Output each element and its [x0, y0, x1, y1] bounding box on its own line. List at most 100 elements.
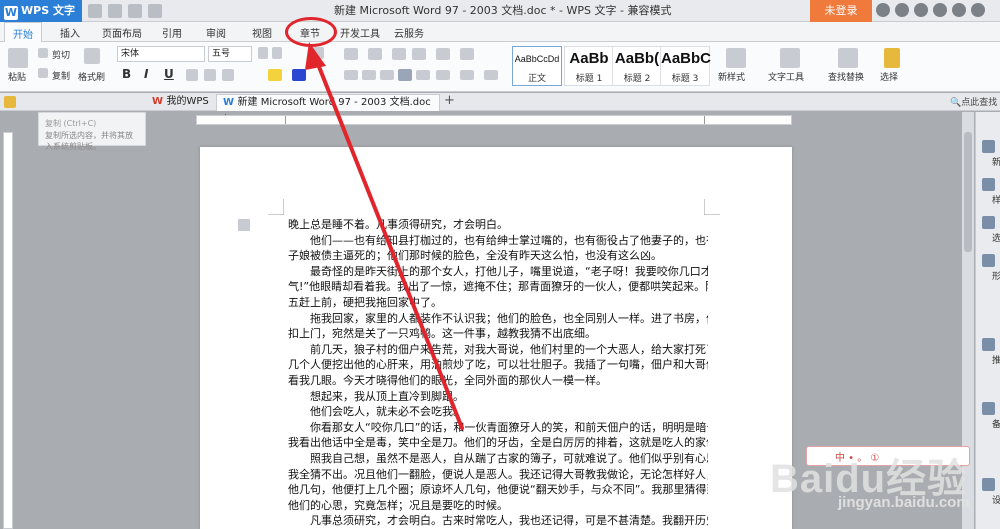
skin-icon[interactable]: [876, 3, 890, 17]
text-tools-icon[interactable]: [780, 48, 800, 68]
shrink-font-icon[interactable]: [272, 47, 282, 59]
horizontal-ruler[interactable]: [196, 115, 792, 125]
new-icon[interactable]: [982, 140, 995, 153]
undo-icon[interactable]: [128, 4, 142, 18]
paragraph[interactable]: 他们的心思，究竟怎样；况且是要吃的时候。: [288, 498, 708, 514]
tab-active-document[interactable]: W 新建 Microsoft Word 97 - 2003 文档.doc * ×: [216, 94, 440, 124]
shading-icon[interactable]: [460, 70, 474, 80]
redo-icon[interactable]: [148, 4, 162, 18]
italic-button[interactable]: I: [144, 67, 148, 81]
wps-menu-button[interactable]: WWPS 文字 ▾: [0, 0, 82, 39]
tab-developer[interactable]: 开发工具: [340, 25, 380, 40]
font-name-select[interactable]: 宋体: [117, 46, 205, 62]
text-tools-label[interactable]: 文字工具: [768, 70, 804, 83]
style-heading-2[interactable]: AaBb( 标题 2: [612, 46, 662, 86]
cut-label[interactable]: 剪切: [52, 48, 70, 61]
minimize-icon[interactable]: [933, 3, 947, 17]
align-right-icon[interactable]: [380, 70, 394, 80]
select-panel-icon[interactable]: [982, 216, 995, 229]
tab-cloud[interactable]: 云服务: [394, 25, 424, 40]
tab-start[interactable]: 开始: [4, 22, 42, 43]
login-button[interactable]: 未登录: [810, 0, 872, 22]
scroll-thumb[interactable]: [964, 132, 972, 252]
new-tab-icon[interactable]: +: [444, 93, 455, 108]
superscript-icon[interactable]: [204, 69, 216, 81]
select-label[interactable]: 选择: [880, 70, 898, 83]
paragraph[interactable]: 拖我回家，家里的人都装作不认识我；他们的脸色，也全同别人一样。进了书房，便反: [288, 311, 708, 327]
indent-icon[interactable]: [412, 48, 426, 60]
font-size-select[interactable]: 五号: [208, 46, 252, 62]
strikethrough-icon[interactable]: [186, 69, 198, 81]
help-icon[interactable]: [914, 3, 928, 17]
line-spacing-icon[interactable]: [436, 70, 450, 80]
paragraph[interactable]: 凡事总须研究，才会明白。古来时常吃人，我也还记得，可是不甚清楚。我翻开历史一: [288, 513, 708, 529]
style-heading-3[interactable]: AaBbC 标题 3: [660, 46, 711, 86]
sort-icon[interactable]: [436, 48, 450, 60]
paragraph[interactable]: 子娘被债主逼死的；他们那时候的脸色，全没有昨天这么怕，也没有这么凶。: [288, 248, 708, 264]
settings-icon[interactable]: [982, 478, 995, 491]
highlight-icon[interactable]: [268, 69, 282, 81]
paste-label[interactable]: 粘贴: [8, 70, 26, 83]
document-text[interactable]: 晚上总是睡不着。凡事须得研究，才会明白。 他们——也有给知县打枷过的，也有给绅士掌…: [288, 217, 708, 529]
format-painter-label[interactable]: 格式刷: [78, 70, 105, 83]
paragraph[interactable]: 想起来，我从顶上直冷到脚跟。: [288, 389, 708, 405]
paragraph[interactable]: 照我自己想，虽然不是恶人，自从踹了古家的簿子，可就难说了。他们似乎别有心思，: [288, 451, 708, 467]
style-icon[interactable]: [982, 178, 995, 191]
outdent-icon[interactable]: [392, 48, 406, 60]
feedback-icon[interactable]: [895, 3, 909, 17]
format-painter-icon[interactable]: [84, 48, 100, 64]
paragraph[interactable]: 五赶上前，硬把我拖回家中了。: [288, 295, 708, 311]
paragraph[interactable]: 我全猜不出。况且他们一翻脸，便说人是恶人。我还记得大哥教我做论，无论怎样好人，翻: [288, 467, 708, 483]
search-field[interactable]: 🔍点此查找: [950, 95, 997, 108]
style-heading-1[interactable]: AaBb 标题 1: [564, 46, 614, 86]
grow-font-icon[interactable]: [258, 47, 268, 59]
distribute-icon[interactable]: [416, 70, 430, 80]
paragraph[interactable]: 前几天，狼子村的佃户来告荒，对我大哥说，他们村里的一个大恶人，给大家打死了；: [288, 342, 708, 358]
find-replace-icon[interactable]: [838, 48, 858, 68]
align-center-icon[interactable]: [362, 70, 376, 80]
bullets-icon[interactable]: [344, 48, 358, 60]
tab-view[interactable]: 视图: [252, 25, 272, 40]
show-marks-icon[interactable]: [460, 48, 474, 60]
tab-references[interactable]: 引用: [162, 25, 182, 40]
vertical-ruler[interactable]: [3, 132, 13, 529]
justify-icon[interactable]: [398, 69, 412, 81]
paragraph[interactable]: 最奇怪的是昨天街上的那个女人，打他儿子，嘴里说道，“老子呀！我要咬你几口才出: [288, 264, 708, 280]
paragraph[interactable]: 晚上总是睡不着。凡事须得研究，才会明白。: [288, 217, 708, 233]
bold-button[interactable]: B: [122, 67, 131, 81]
find-replace-label[interactable]: 查找替换: [828, 70, 864, 83]
backup-icon[interactable]: [982, 402, 995, 415]
paragraph[interactable]: 你看那女人“咬你几口”的话，和一伙青面獠牙人的笑，和前天佃户的话，明明是暗号。: [288, 420, 708, 436]
copy-label[interactable]: 复制: [52, 69, 70, 82]
close-icon[interactable]: [971, 3, 985, 17]
paragraph[interactable]: 几个人便挖出他的心肝来，用油煎炒了吃，可以壮壮胆子。我插了一句嘴，佃户和大哥便都: [288, 357, 708, 373]
paragraph[interactable]: 气!”他眼睛却看着我。我出了一惊，遮掩不住；那青面獠牙的一伙人，便都哄笑起来。陈…: [288, 279, 708, 295]
select-icon[interactable]: [884, 48, 900, 68]
paragraph[interactable]: 他们会吃人，就未必不会吃我。: [288, 404, 708, 420]
recommend-icon[interactable]: [982, 338, 995, 351]
numbering-icon[interactable]: [368, 48, 382, 60]
paste-icon[interactable]: [8, 48, 28, 68]
paragraph[interactable]: 他几句，他便打上几个圈；原谅坏人几句，他便说“翻天妙手，与众不同”。我那里猜得到: [288, 482, 708, 498]
style-normal[interactable]: AaBbCcDd 正文: [512, 46, 562, 86]
cut-icon[interactable]: [38, 48, 48, 58]
tab-insert[interactable]: 插入: [60, 25, 80, 40]
align-left-icon[interactable]: [344, 70, 358, 80]
copy-icon[interactable]: [38, 68, 48, 78]
new-style-label[interactable]: 新样式: [718, 70, 745, 83]
print-icon[interactable]: [108, 4, 122, 18]
paragraph[interactable]: 他们——也有给知县打枷过的，也有给绅士掌过嘴的，也有衙役占了他妻子的，也有老: [288, 233, 708, 249]
paragraph-handle-icon[interactable]: [238, 219, 250, 231]
restore-icon[interactable]: [952, 3, 966, 17]
paragraph[interactable]: 看我几眼。今天才晓得他们的眼光，全同外面的那伙人一模一样。: [288, 373, 708, 389]
tab-review[interactable]: 审阅: [206, 25, 226, 40]
paragraph[interactable]: 我看出他话中全是毒，笑中全是刀。他们的牙齿，全是白厉厉的排着，这就是吃人的家伙。: [288, 435, 708, 451]
subscript-icon[interactable]: [222, 69, 234, 81]
tab-my-wps[interactable]: W 我的WPS: [146, 94, 215, 111]
clear-format-icon[interactable]: [312, 47, 324, 59]
borders-icon[interactable]: [484, 70, 498, 80]
paragraph[interactable]: 扣上门，宛然是关了一只鸡鸭。这一件事，越教我猜不出底细。: [288, 326, 708, 342]
new-style-icon[interactable]: [726, 48, 746, 68]
tab-page-layout[interactable]: 页面布局: [102, 25, 142, 40]
underline-button[interactable]: U: [164, 67, 174, 81]
